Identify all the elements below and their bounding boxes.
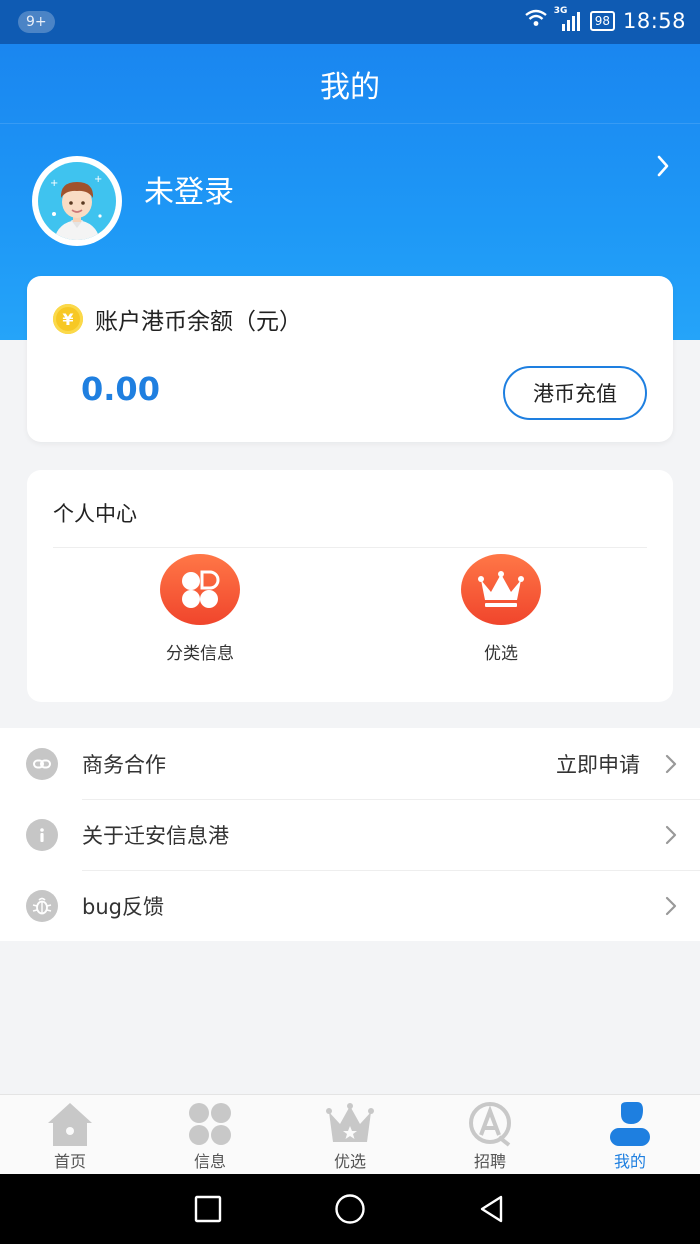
menu-item-bug-feedback[interactable]: bug反馈 xyxy=(0,870,700,941)
menu-item-about[interactable]: 关于迁安信息港 xyxy=(0,799,700,870)
link-icon xyxy=(26,747,58,780)
avatar-image: + + xyxy=(38,162,116,240)
balance-label: 账户港币余额（元） xyxy=(95,309,302,335)
profile-icon xyxy=(606,1100,654,1148)
recruit-icon xyxy=(466,1100,514,1148)
tab-preferred[interactable]: 优选 xyxy=(280,1095,420,1175)
grid-icon xyxy=(186,1100,234,1148)
balance-card: ¥ 账户港币余额（元） 0.00 港币充值 xyxy=(27,276,673,442)
system-nav-bar xyxy=(0,1174,700,1244)
tab-label: 首页 xyxy=(53,1152,86,1171)
menu-item-label: 关于迁安信息港 xyxy=(82,823,229,848)
svg-text:+: + xyxy=(94,174,102,185)
center-item-label: 分类信息 xyxy=(166,644,234,664)
personal-center-card: 个人中心 分类信息 优选 xyxy=(27,470,673,702)
recent-apps-icon[interactable] xyxy=(190,1191,226,1227)
home-icon xyxy=(46,1100,94,1148)
crown-icon xyxy=(461,554,541,625)
login-status[interactable]: 未登录 xyxy=(144,167,234,211)
avatar[interactable]: + + xyxy=(32,156,122,246)
title-bar: 我的 xyxy=(0,44,700,124)
crown-icon xyxy=(326,1100,374,1148)
status-bar: 9+ 3G 98 18:58 xyxy=(0,0,700,44)
center-item-preferred[interactable]: 优选 xyxy=(421,554,581,664)
home-circle-icon[interactable] xyxy=(332,1191,368,1227)
info-icon xyxy=(26,818,58,851)
center-item-label: 优选 xyxy=(484,644,518,664)
menu-list: 商务合作 立即申请 关于迁安信息港 bug反馈 xyxy=(0,728,700,941)
tab-info[interactable]: 信息 xyxy=(140,1095,280,1175)
wifi-icon xyxy=(524,8,548,33)
battery-indicator: 98 xyxy=(589,10,615,31)
tab-label: 招聘 xyxy=(473,1152,506,1171)
signal-icon: 3G xyxy=(554,6,582,32)
back-icon[interactable] xyxy=(474,1191,510,1227)
balance-amount: 0.00 xyxy=(81,370,160,408)
chevron-right-icon xyxy=(664,753,678,775)
chevron-right-icon xyxy=(664,895,678,917)
clock: 18:58 xyxy=(622,8,686,33)
balance-label-row: ¥ 账户港币余额（元） xyxy=(53,302,302,336)
coin-icon: ¥ xyxy=(53,304,83,334)
recharge-button[interactable]: 港币充值 xyxy=(503,366,647,420)
tab-home[interactable]: 首页 xyxy=(0,1095,140,1175)
page-title: 我的 xyxy=(320,69,380,105)
network-type: 3G xyxy=(553,5,568,16)
apply-now-link[interactable]: 立即申请 xyxy=(556,749,640,779)
tab-profile[interactable]: 我的 xyxy=(560,1095,700,1175)
notification-badge: 9+ xyxy=(18,11,55,33)
personal-center-title: 个人中心 xyxy=(53,502,137,526)
menu-item-business-cooperation[interactable]: 商务合作 立即申请 xyxy=(0,728,700,799)
tab-label: 我的 xyxy=(613,1152,646,1171)
bug-icon xyxy=(26,889,58,922)
bottom-tab-bar: 首页 信息 优选 招聘 我的 xyxy=(0,1094,700,1174)
profile-row[interactable]: + + 未登录 xyxy=(32,155,672,247)
center-item-classified-info[interactable]: 分类信息 xyxy=(120,554,280,664)
menu-item-label: bug反馈 xyxy=(82,894,164,919)
chevron-right-icon xyxy=(664,824,678,846)
status-indicators: 3G 98 18:58 xyxy=(524,6,686,33)
menu-item-label: 商务合作 xyxy=(82,752,166,777)
tab-recruit[interactable]: 招聘 xyxy=(420,1095,560,1175)
divider xyxy=(53,547,647,548)
svg-text:+: + xyxy=(50,178,58,189)
tab-label: 优选 xyxy=(333,1152,366,1171)
clover-icon xyxy=(160,554,240,625)
chevron-right-icon[interactable] xyxy=(654,155,672,177)
tab-label: 信息 xyxy=(193,1152,226,1171)
